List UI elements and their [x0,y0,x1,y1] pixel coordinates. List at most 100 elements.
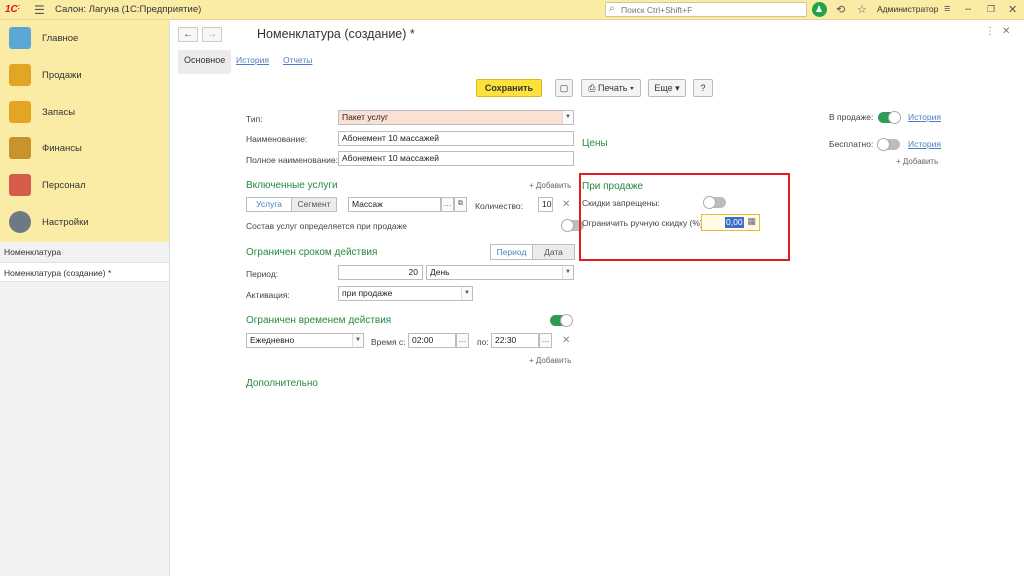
service-select-button[interactable]: … [441,197,454,212]
remove-service-icon[interactable]: ✕ [562,199,570,210]
clipboard-icon [9,27,31,49]
activation-label: Активация: [246,290,290,300]
activation-field[interactable]: при продаже ▼ [338,286,473,301]
time-from-label: Время с: [371,337,406,347]
type-field[interactable]: Пакет услуг ▼ [338,110,574,125]
wallet-icon [9,137,31,159]
favorites-star-icon[interactable]: ☆ [857,3,867,16]
sidebar: Главное Продажи Запасы Финансы Персонал … [0,20,170,576]
minimize-icon[interactable]: – [965,3,971,15]
help-button[interactable]: ? [693,79,713,97]
user-name[interactable]: Администратор [877,4,938,14]
global-search[interactable]: ⌕ [605,2,807,17]
chevron-down-icon[interactable]: ▼ [562,266,573,279]
close-form-icon[interactable]: ✕ [1002,26,1010,37]
write-icon[interactable]: ▢ [555,79,573,97]
open-link-icon[interactable]: ⧉ [454,197,467,212]
people-icon [9,174,31,196]
more-button[interactable]: Еще ▾ [648,79,686,97]
chevron-down-icon[interactable]: ▼ [461,287,472,300]
search-input[interactable] [621,4,801,15]
period-value-field[interactable]: 20 [338,265,423,280]
settings-menu-icon[interactable]: ≡ [944,3,950,15]
tab-reports[interactable]: Отчеты [283,50,312,74]
open-windows-list: Номенклатура Номенклатура (создание) * [0,242,169,576]
more-menu-icon[interactable]: ⋮ [985,26,995,37]
gear-icon [9,211,31,233]
time-to-field[interactable]: 22:30 [491,333,539,348]
section-staff[interactable]: Персонал [0,167,169,203]
section-label: Запасы [42,107,76,118]
section-label: Финансы [42,143,82,154]
save-button[interactable]: Сохранить [476,79,542,97]
fullname-field[interactable]: Абонемент 10 массажей [338,151,574,166]
period-label: Период: [246,269,279,279]
free-toggle[interactable] [877,138,900,151]
limit-discount-field[interactable]: 0,00 ▦ [701,214,760,231]
included-services-heading: Включенные услуги [246,180,338,191]
type-label: Тип: [246,114,263,124]
open-window-item[interactable]: Номенклатура [0,242,169,262]
app-title: Салон: Лагуна (1С:Предприятие) [55,4,202,15]
back-button[interactable]: ← [178,27,198,42]
remove-time-icon[interactable]: ✕ [562,335,570,346]
form-area: ← → Номенклатура (создание) * ⋮ ✕ Основн… [170,20,1024,576]
prices-heading: Цены [582,138,608,149]
close-icon[interactable]: ✕ [1008,3,1017,16]
hamburger-menu-icon[interactable]: ☰ [34,3,45,17]
chevron-down-icon[interactable]: ▼ [352,334,363,347]
section-label: Главное [42,33,79,44]
restore-icon[interactable]: ❐ [987,4,995,15]
section-settings[interactable]: Настройки [0,204,169,240]
print-button[interactable]: ⎙ Печать ▾ [581,79,641,97]
period-button[interactable]: Период [490,244,533,260]
section-finance[interactable]: Финансы [0,130,169,166]
name-field[interactable]: Абонемент 10 массажей [338,131,574,146]
tab-main[interactable]: Основное [178,50,232,74]
date-button[interactable]: Дата [532,244,575,260]
on-sale-toggle[interactable] [878,111,901,124]
history-clock-icon[interactable]: ⟲ [836,3,845,16]
add-price-link[interactable]: + Добавить [896,157,938,166]
section-stock[interactable]: Запасы [0,94,169,130]
time-from-field[interactable]: 02:00 [408,333,456,348]
time-to-select-button[interactable]: … [539,333,552,348]
name-label: Наименование: [246,134,308,144]
chevron-down-icon[interactable]: ▼ [562,111,573,124]
type-value: Пакет услуг [342,112,389,122]
limited-time-heading: Ограничен временем действия [246,315,392,326]
print-label: Печать [597,83,628,93]
add-service-link[interactable]: + Добавить [529,181,571,190]
tab-history[interactable]: История [236,50,269,74]
schedule-field[interactable]: Ежедневно ▼ [246,333,364,348]
free-history-link[interactable]: История [908,139,941,149]
service-segment-button[interactable]: Услуга [246,197,292,212]
fullname-label: Полное наименование: [246,155,338,165]
period-unit-field[interactable]: День ▼ [426,265,574,280]
limited-period-heading: Ограничен сроком действия [246,247,378,258]
open-window-item-active[interactable]: Номенклатура (создание) * [0,262,169,282]
free-label: Бесплатно: [829,139,874,149]
limit-discount-value: 0,00 [725,217,744,228]
section-main[interactable]: Главное [0,20,169,56]
limit-discount-label: Ограничить ручную скидку (%): [582,218,706,228]
limited-time-toggle[interactable] [550,314,573,327]
notifications-bell-icon[interactable] [812,2,827,17]
on-sale-history-link[interactable]: История [908,112,941,122]
app-logo: 1С: [5,4,21,15]
segment-segment-button[interactable]: Сегмент [291,197,337,212]
more-label: Еще [654,83,673,93]
section-sales[interactable]: Продажи [0,57,169,93]
section-label: Настройки [42,217,89,228]
period-unit-value: День [430,267,450,277]
sections-panel: Главное Продажи Запасы Финансы Персонал … [0,20,169,240]
calculator-icon[interactable]: ▦ [747,216,756,227]
time-from-select-button[interactable]: … [456,333,469,348]
forward-button[interactable]: → [202,27,222,42]
add-time-link[interactable]: + Добавить [529,356,571,365]
service-field[interactable]: Массаж [348,197,441,212]
quantity-field[interactable]: 10 [538,197,553,212]
additional-heading[interactable]: Дополнительно [246,378,318,389]
schedule-value: Ежедневно [250,335,295,345]
discounts-forbidden-toggle[interactable] [703,196,726,209]
